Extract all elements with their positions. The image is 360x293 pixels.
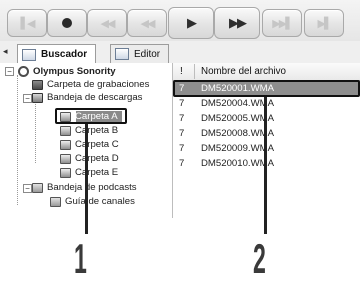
rewind-button[interactable]: ◀◀ xyxy=(127,9,167,37)
tree-item-channels[interactable]: Guía de canales xyxy=(50,195,135,208)
folder-icon xyxy=(60,153,71,164)
tab-label: Editor xyxy=(134,48,161,60)
olympus-icon xyxy=(18,66,29,77)
next-icon: ▶▌ xyxy=(317,16,333,30)
transport-toolbar: ▌◀ ◀◀ ◀◀ ▶ ▶▶ ▶▶▌ ▶▌ xyxy=(0,0,360,41)
tab-label: Buscador xyxy=(41,49,88,60)
tree-item-label: Bandeja de descargas xyxy=(47,92,143,103)
browser-tab-icon xyxy=(22,48,36,61)
record-icon xyxy=(62,18,72,28)
tree-item-downloads[interactable]: Bandeja de descargas xyxy=(32,91,142,104)
tree-item-label: Bandeja de podcasts xyxy=(47,182,137,193)
tree-guide xyxy=(17,75,18,205)
podcast-icon xyxy=(32,182,43,193)
scroll-left-icon[interactable]: ◂ xyxy=(3,46,8,57)
tree-item-folder-c[interactable]: Carpeta C xyxy=(60,138,119,151)
callout-number-1: 1 xyxy=(74,235,87,282)
sonority-window: ▌◀ ◀◀ ◀◀ ▶ ▶▶ ▶▶▌ ▶▌ ◂ Buscador Editor −… xyxy=(0,0,360,293)
column-filename[interactable]: Nombre del archivo xyxy=(201,66,286,77)
stop-button[interactable]: ▌◀ xyxy=(7,9,47,37)
row-mark: 7 xyxy=(179,158,185,169)
tree-item-label: Carpeta E xyxy=(75,167,119,178)
folder-icon xyxy=(60,167,71,178)
editor-tab-icon xyxy=(115,48,129,60)
tree-item-root[interactable]: Olympus Sonority xyxy=(18,65,116,78)
collapse-toggle[interactable]: − xyxy=(5,67,14,76)
callout-box-1 xyxy=(55,108,127,124)
tab-strip: ◂ Buscador Editor xyxy=(0,41,360,64)
play-icon: ▶ xyxy=(187,15,197,31)
callout-box-2 xyxy=(173,80,360,97)
callout-line-2 xyxy=(264,97,267,234)
list-header: ! Nombre del archivo xyxy=(173,63,360,81)
play-button[interactable]: ▶ xyxy=(168,7,214,39)
collapse-toggle[interactable]: − xyxy=(23,184,32,193)
row-mark: 7 xyxy=(179,113,185,124)
callout-line-1 xyxy=(85,124,88,234)
tree-guide xyxy=(35,101,36,163)
collapse-toggle[interactable]: − xyxy=(23,94,32,103)
row-mark: 7 xyxy=(179,128,185,139)
next-button[interactable]: ▶▌ xyxy=(304,9,344,37)
rewind-icon: ◀◀ xyxy=(140,16,156,30)
tab-buscador[interactable]: Buscador xyxy=(17,44,97,64)
fast-forward-icon: ▶▶ xyxy=(229,15,247,31)
tree-item-label: Carpeta D xyxy=(75,153,119,164)
folder-icon xyxy=(60,139,71,150)
record-button[interactable] xyxy=(47,9,87,37)
tree-item-folder-d[interactable]: Carpeta D xyxy=(60,152,119,165)
tray-icon xyxy=(32,92,43,103)
tree-item-recordings[interactable]: Carpeta de grabaciones xyxy=(32,78,149,91)
row-mark: 7 xyxy=(179,143,185,154)
row-mark: 7 xyxy=(179,98,185,109)
fast-forward-button[interactable]: ▶▶ xyxy=(214,7,260,39)
recorder-icon xyxy=(32,79,43,90)
tree-item-label: Carpeta de grabaciones xyxy=(47,79,150,90)
column-divider xyxy=(194,64,195,79)
tree-item-folder-b[interactable]: Carpeta B xyxy=(60,124,118,137)
stop-icon: ▌◀ xyxy=(20,16,36,30)
skip-forward-button[interactable]: ▶▶▌ xyxy=(262,9,302,37)
skip-back-button[interactable]: ◀◀ xyxy=(87,9,127,37)
column-mark[interactable]: ! xyxy=(180,66,183,77)
skip-back-icon: ◀◀ xyxy=(100,16,116,30)
tree-item-label: Carpeta C xyxy=(75,139,119,150)
skip-forward-icon: ▶▶▌ xyxy=(272,16,293,30)
tree-item-folder-e[interactable]: Carpeta E xyxy=(60,166,118,179)
callout-number-2: 2 xyxy=(253,235,266,282)
tab-editor[interactable]: Editor xyxy=(110,44,170,63)
folder-icon xyxy=(60,125,71,136)
tree-item-label: Olympus Sonority xyxy=(33,66,116,77)
channel-guide-icon xyxy=(50,196,61,207)
tree-item-label: Carpeta B xyxy=(75,125,119,136)
tree-item-label: Guía de canales xyxy=(65,196,135,207)
